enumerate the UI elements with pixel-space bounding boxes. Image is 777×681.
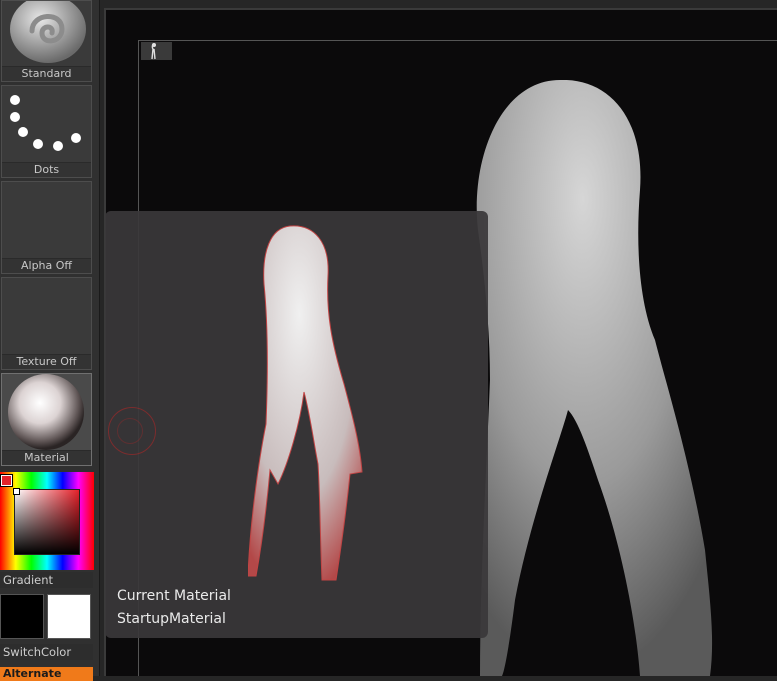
material-sphere-icon: [2, 374, 91, 451]
material-slot[interactable]: Material: [1, 373, 92, 466]
tooltip-title: Current Material: [117, 588, 231, 604]
alternate-button[interactable]: Alternate: [0, 667, 93, 681]
brush-label: Standard: [2, 66, 91, 81]
current-color-marker: [1, 475, 12, 486]
alpha-label: Alpha Off: [2, 258, 91, 273]
texture-off-icon: [2, 278, 91, 355]
tooltip-material-name: StartupMaterial: [117, 611, 226, 627]
switch-color-button[interactable]: SwitchColor: [0, 644, 93, 660]
color-picker[interactable]: [0, 472, 94, 570]
texture-label: Texture Off: [2, 354, 91, 369]
brush-cursor-inner: [117, 418, 143, 444]
alpha-off-icon: [2, 182, 91, 259]
standard-brush-icon: [2, 0, 91, 67]
left-tool-panel: Standard Dots Alpha Off Texture Off Mate…: [0, 0, 100, 681]
brush-slot[interactable]: Standard: [1, 0, 92, 82]
primary-color-swatch[interactable]: [0, 594, 44, 639]
alpha-slot[interactable]: Alpha Off: [1, 181, 92, 274]
floor-figure-icon[interactable]: [141, 42, 172, 60]
color-picker-cursor[interactable]: [13, 488, 20, 495]
stroke-slot[interactable]: Dots: [1, 85, 92, 178]
tooltip-preview-model: [247, 224, 366, 588]
stroke-label: Dots: [2, 162, 91, 177]
sculpt-model[interactable]: [460, 79, 777, 680]
dots-stroke-icon: [2, 86, 91, 163]
color-saturation-square[interactable]: [14, 489, 80, 555]
material-label: Material: [2, 450, 91, 465]
texture-slot[interactable]: Texture Off: [1, 277, 92, 370]
secondary-color-swatch[interactable]: [47, 594, 91, 639]
gradient-button[interactable]: Gradient: [0, 572, 93, 588]
material-tooltip: Current Material StartupMaterial: [105, 211, 488, 638]
